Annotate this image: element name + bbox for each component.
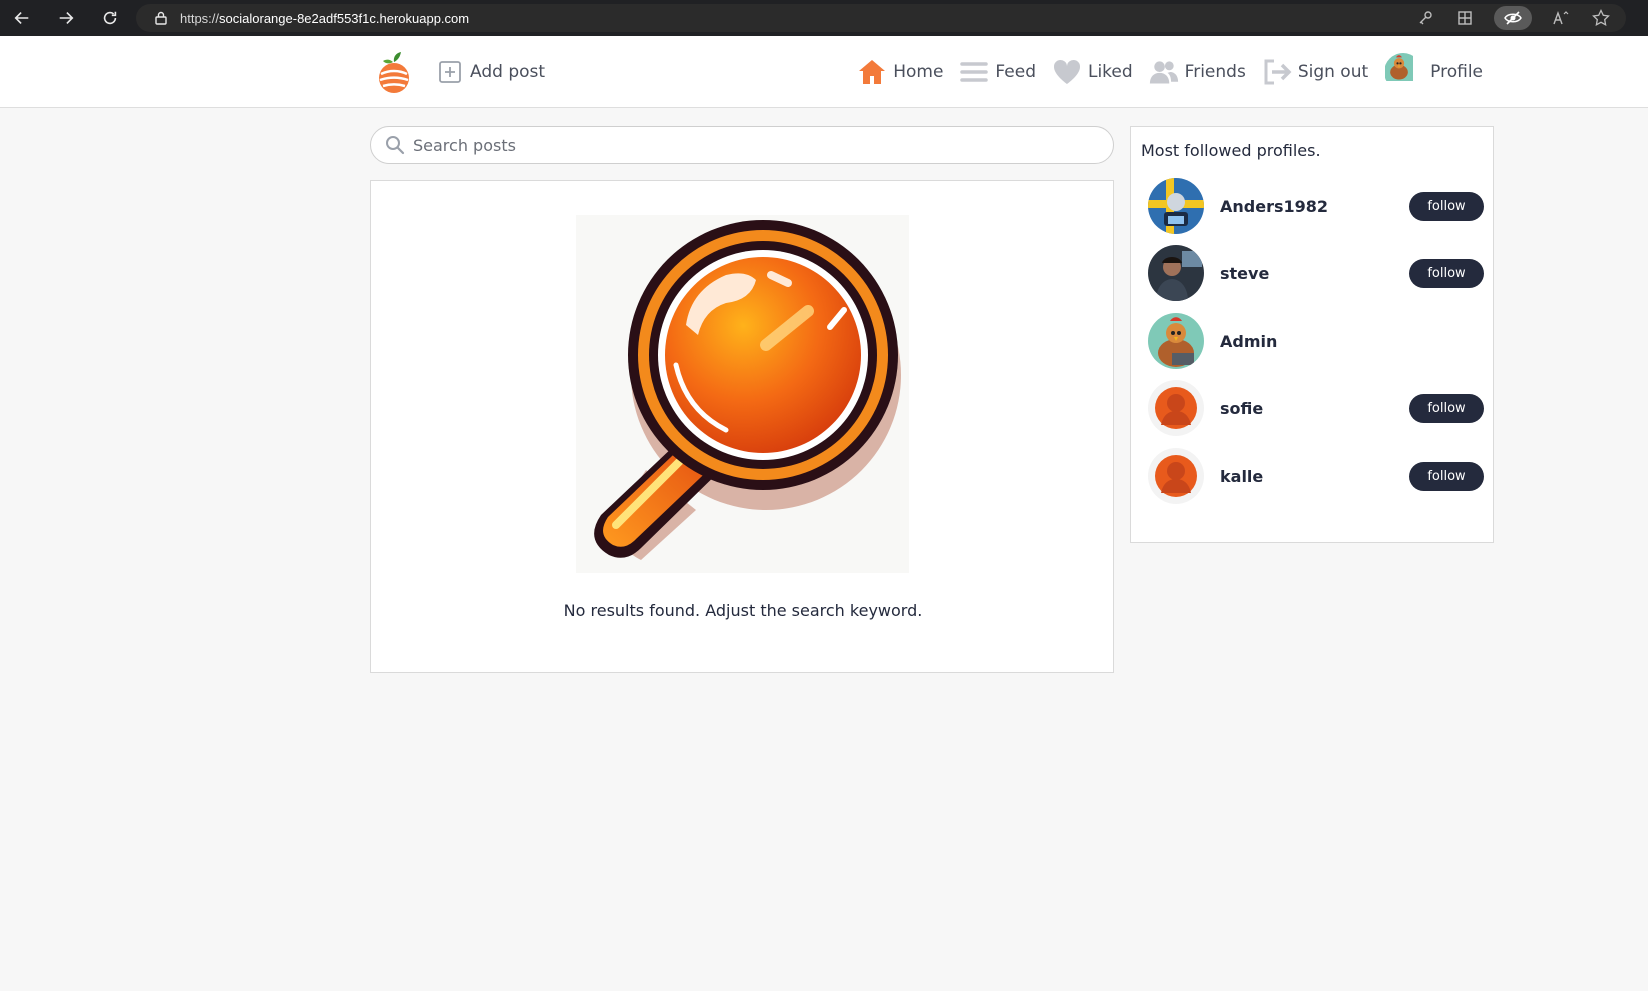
- profile-row: Anders1982 follow: [1148, 177, 1484, 235]
- profile-row: sofie follow: [1148, 379, 1484, 437]
- home-icon: [859, 60, 886, 84]
- search-icon: [386, 136, 405, 155]
- plus-square-icon: [439, 61, 461, 83]
- url-host: socialorange-8e2adf553f1c.herokuapp.com: [219, 10, 470, 26]
- nav-liked[interactable]: Liked: [1052, 58, 1133, 86]
- avatar[interactable]: [1148, 178, 1204, 234]
- nav-liked-label: Liked: [1087, 62, 1133, 82]
- no-results-magnifier-illustration: [576, 215, 909, 573]
- follow-button[interactable]: follow: [1409, 191, 1484, 221]
- nav-friends-label: Friends: [1184, 62, 1246, 82]
- profile-name[interactable]: sofie: [1220, 399, 1409, 418]
- key-icon[interactable]: [1414, 7, 1436, 29]
- app-header: Add post Home Feed Liked Friends Sign ou…: [0, 36, 1648, 108]
- search-bar[interactable]: [370, 126, 1114, 164]
- nav-sign-out[interactable]: Sign out: [1262, 58, 1368, 86]
- sign-out-icon: [1264, 59, 1292, 85]
- avatar[interactable]: [1148, 380, 1204, 436]
- nav-friends[interactable]: Friends: [1149, 58, 1246, 86]
- follow-button[interactable]: follow: [1409, 258, 1484, 288]
- apps-icon[interactable]: [1454, 7, 1476, 29]
- nav-feed-label: Feed: [995, 62, 1036, 82]
- nav-profile[interactable]: Profile: [1384, 53, 1483, 91]
- avatar[interactable]: [1148, 313, 1204, 369]
- follow-button[interactable]: follow: [1409, 393, 1484, 423]
- nav-home[interactable]: Home: [857, 58, 943, 86]
- avatar[interactable]: [1148, 448, 1204, 504]
- follow-button[interactable]: follow: [1409, 461, 1484, 491]
- favorite-star-icon[interactable]: [1590, 7, 1612, 29]
- profile-name[interactable]: steve: [1220, 264, 1409, 283]
- read-aloud-icon[interactable]: [1550, 7, 1572, 29]
- browser-toolbar: https://socialorange-8e2adf553f1c.heroku…: [0, 0, 1648, 36]
- profile-row: steve follow: [1148, 244, 1484, 302]
- no-results-message: No results found. Adjust the search keyw…: [563, 601, 923, 620]
- site-logo[interactable]: [376, 48, 412, 96]
- sidebar-title: Most followed profiles.: [1141, 141, 1321, 160]
- nav-sign-out-label: Sign out: [1297, 62, 1369, 82]
- add-post-button[interactable]: Add post: [438, 36, 545, 108]
- back-icon[interactable]: [0, 0, 44, 36]
- avatar[interactable]: [1148, 245, 1204, 301]
- url-scheme: https://: [180, 10, 220, 26]
- tracking-prevention-icon[interactable]: [1494, 6, 1532, 30]
- profile-row: Admin: [1148, 312, 1484, 370]
- search-input[interactable]: [413, 135, 1093, 155]
- reload-icon[interactable]: [88, 0, 132, 36]
- friends-icon: [1149, 61, 1178, 84]
- url-text: https://socialorange-8e2adf553f1c.heroku…: [180, 11, 469, 26]
- feed-lines-icon: [960, 62, 989, 82]
- nav-home-label: Home: [893, 62, 944, 82]
- profile-name[interactable]: Admin: [1220, 332, 1484, 351]
- lock-icon: [155, 11, 167, 25]
- profile-name[interactable]: Anders1982: [1220, 197, 1409, 216]
- address-bar[interactable]: https://socialorange-8e2adf553f1c.heroku…: [136, 4, 1626, 32]
- most-followed-profiles-card: Most followed profiles. Anders1982 follo…: [1130, 126, 1494, 543]
- search-results-card: No results found. Adjust the search keyw…: [370, 180, 1114, 673]
- profile-avatar: [1384, 53, 1422, 91]
- nav-profile-label: Profile: [1430, 62, 1483, 82]
- forward-icon[interactable]: [44, 0, 88, 36]
- add-post-label: Add post: [470, 62, 546, 82]
- nav-feed[interactable]: Feed: [959, 58, 1036, 86]
- profile-row: kalle follow: [1148, 447, 1484, 505]
- main-nav: Home Feed Liked Friends Sign out Profile: [841, 36, 1483, 108]
- profile-name[interactable]: kalle: [1220, 467, 1409, 486]
- heart-icon: [1053, 59, 1081, 84]
